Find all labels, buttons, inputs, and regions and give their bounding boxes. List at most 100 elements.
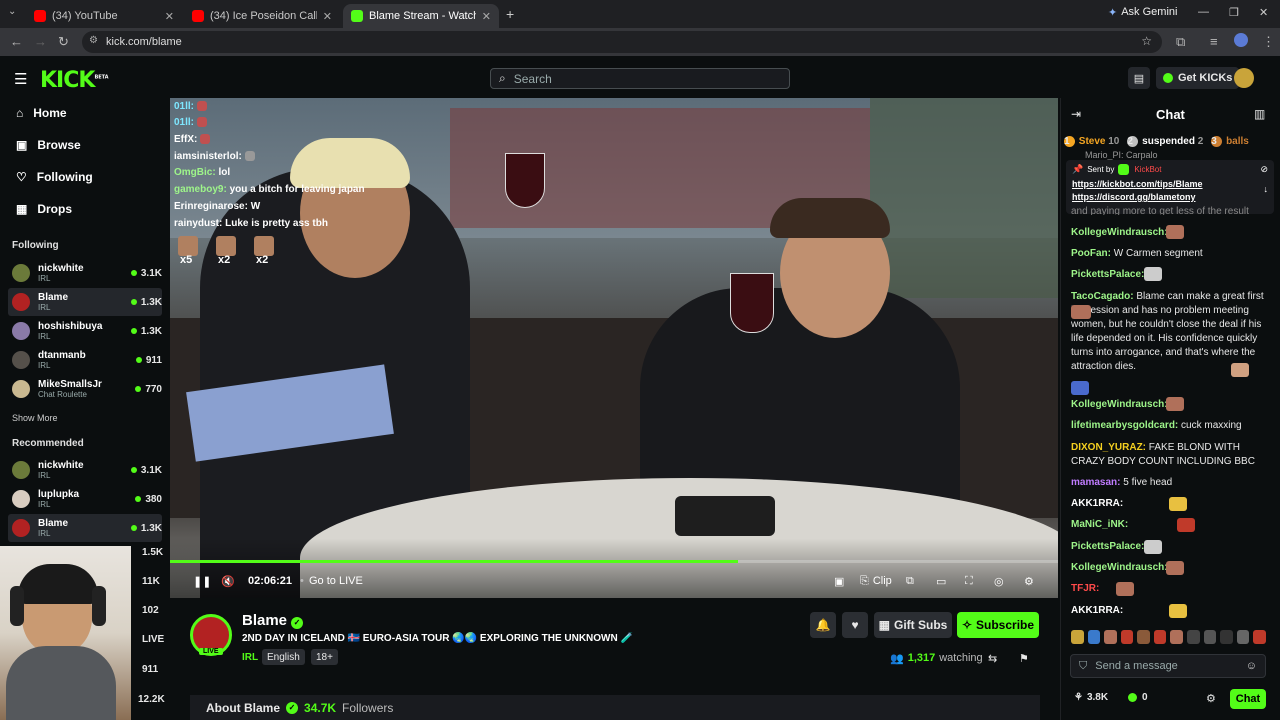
emote-image[interactable] — [1253, 630, 1266, 644]
streamer-name[interactable]: Blame ✓ — [242, 612, 304, 629]
kicks-balance[interactable]: ⚘ 3.8K — [1074, 692, 1108, 703]
recommended-channel-blame[interactable]: Blame IRL 1.3K — [8, 514, 162, 542]
video-player[interactable] — [170, 98, 1058, 598]
chat-username[interactable]: KollegeWindrausch: — [1071, 227, 1168, 238]
emoji-picker-icon[interactable]: ☺ — [1246, 660, 1257, 672]
chat-settings-gear-icon[interactable]: ⚙ — [1206, 692, 1216, 705]
bookmark-star-icon[interactable]: ☆ — [1141, 34, 1152, 48]
maximize-button[interactable]: ❐ — [1229, 6, 1239, 19]
minimize-button[interactable]: — — [1198, 6, 1209, 18]
browser-tab-ice-poseidon[interactable]: (34) Ice Poseidon Calls Amray's ✕ — [184, 4, 340, 28]
pause-button[interactable]: ❚❚ — [193, 575, 211, 588]
send-chat-button[interactable]: Chat — [1230, 689, 1266, 709]
close-icon[interactable]: ✕ — [165, 10, 174, 23]
browser-tab-blame[interactable]: Blame Stream - Watch Live on ✕ — [343, 4, 499, 28]
close-icon[interactable]: ✕ — [323, 10, 332, 23]
top-gifter[interactable]: 1 Steve 10 — [1064, 136, 1119, 148]
forward-icon[interactable]: → — [34, 34, 47, 49]
settings-gear-icon[interactable]: ⚙ — [1024, 575, 1034, 588]
emote-image[interactable] — [1203, 630, 1217, 644]
mute-icon[interactable]: 🔇 — [221, 575, 235, 588]
recommended-channel-luplupka[interactable]: luplupka IRL 380 — [8, 485, 162, 513]
go-to-live-button[interactable]: Go to LIVE — [309, 575, 363, 587]
chat-username[interactable]: AKK1RRA: — [1071, 498, 1123, 509]
more-menu-icon[interactable]: ⋮ — [1262, 34, 1275, 50]
category-link[interactable]: IRL — [242, 649, 258, 665]
chat-username[interactable]: mamasan: — [1071, 477, 1120, 488]
close-icon[interactable]: ✕ — [482, 10, 491, 23]
hamburger-menu-icon[interactable]: ☰ — [14, 70, 27, 88]
collapse-chat-icon[interactable]: ⇥ — [1071, 107, 1081, 121]
back-icon[interactable]: ← — [10, 34, 23, 49]
emote-image[interactable] — [1220, 630, 1233, 644]
subscribe-button[interactable]: ✧ Subscribe — [957, 612, 1039, 638]
site-info-icon[interactable]: ⚙ — [89, 35, 98, 46]
search-input[interactable]: ⌕ Search — [490, 68, 790, 89]
browser-tab-youtube[interactable]: (34) YouTube ✕ — [26, 4, 182, 28]
chat-username[interactable]: TacoCagado: — [1071, 291, 1134, 302]
extensions-icon[interactable]: ⧉ — [1176, 34, 1185, 50]
pinned-link[interactable]: https://discord.gg/blametony — [1072, 191, 1268, 204]
url-field[interactable]: ⚙ kick.com/blame ☆ — [82, 31, 1162, 53]
chat-message-input[interactable]: ⛉ Send a message ☺ — [1070, 654, 1266, 678]
report-icon[interactable]: ⚑ — [1019, 652, 1029, 665]
recommended-channel-nickwhite[interactable]: nickwhite IRL 3.1K — [8, 456, 162, 484]
emote-image[interactable] — [1137, 630, 1150, 644]
following-channel-mikesmallsjr[interactable]: MikeSmallsJr Chat Roulette 770 — [8, 375, 162, 403]
top-gifter[interactable]: 2 suspended 2 — [1127, 136, 1203, 148]
age-tag[interactable]: 18+ — [311, 649, 338, 665]
share-icon[interactable]: ⇆ — [988, 652, 997, 665]
kick-logo[interactable]: KICKBETA — [40, 68, 109, 93]
gift-subs-button[interactable]: ▦ Gift Subs — [874, 612, 952, 638]
fullscreen-icon[interactable]: ⛶ — [965, 575, 973, 588]
new-tab-button[interactable]: + — [506, 6, 514, 22]
tab-search-icon[interactable]: ⌄ — [8, 6, 16, 17]
language-tag[interactable]: English — [262, 649, 305, 665]
reading-list-icon[interactable]: ≡ — [1210, 34, 1218, 49]
picture-in-picture-icon[interactable]: ⧉ — [906, 575, 914, 588]
chat-username[interactable]: PickettsPalace: — [1071, 541, 1144, 552]
pinned-link[interactable]: https://kickbot.com/tips/Blame — [1072, 178, 1268, 191]
expand-pinned-icon[interactable]: ↓ — [1264, 184, 1269, 194]
unpin-icon[interactable]: ⊘ — [1260, 164, 1268, 175]
chat-username[interactable]: DIXON_YURAZ: — [1071, 442, 1146, 453]
quality-icon[interactable]: ◎ — [994, 575, 1004, 588]
chat-username[interactable]: KollegeWindrausch: — [1071, 399, 1168, 410]
emote-image[interactable] — [1170, 630, 1184, 644]
emote-image[interactable] — [1153, 630, 1167, 644]
sidebar-item-home[interactable]: ⌂ Home — [16, 106, 67, 120]
following-channel-dtanmanb[interactable]: dtanmanb IRL 911 — [8, 346, 162, 374]
chat-username[interactable]: MaNiC_iNK: — [1071, 519, 1128, 530]
sidebar-item-following[interactable]: ♡ Following — [16, 170, 93, 184]
creator-dashboard-icon[interactable]: ▤ — [1128, 67, 1150, 89]
emote-image[interactable] — [1104, 630, 1117, 644]
chat-username[interactable]: AKK1RRA: — [1071, 605, 1123, 616]
following-channel-blame[interactable]: Blame IRL 1.3K — [8, 288, 162, 316]
chat-username[interactable]: lifetimearbysgoldcard: — [1071, 420, 1178, 431]
sidebar-item-browse[interactable]: ▣ Browse — [16, 138, 81, 152]
chat-settings-icon[interactable]: ▥ — [1254, 107, 1265, 121]
theater-mode-icon[interactable]: ▣ — [834, 575, 844, 588]
chat-username[interactable]: PooFan: — [1071, 248, 1111, 259]
profile-avatar[interactable] — [1234, 33, 1248, 47]
window-close-button[interactable]: ✕ — [1259, 6, 1268, 19]
captions-icon[interactable]: ▭ — [936, 575, 946, 588]
ask-gemini-button[interactable]: ✦ Ask Gemini — [1108, 6, 1177, 19]
reload-icon[interactable]: ↻ — [58, 34, 69, 50]
emote-image[interactable] — [1187, 630, 1200, 644]
get-kicks-button[interactable]: Get KICKs — [1156, 67, 1240, 89]
follow-heart-icon[interactable]: ♥ — [842, 612, 868, 638]
emote-image[interactable] — [1087, 630, 1101, 644]
sidebar-item-drops[interactable]: ▦ Drops — [16, 202, 72, 216]
chat-username[interactable]: PickettsPalace: — [1071, 269, 1144, 280]
emote-image[interactable] — [1120, 630, 1134, 644]
following-channel-hoshishibuya[interactable]: hoshishibuya IRL 1.3K — [8, 317, 162, 345]
show-more-link[interactable]: Show More — [12, 413, 58, 423]
chat-username[interactable]: KollegeWindrausch: — [1071, 562, 1168, 573]
top-gifter[interactable]: 3 balls — [1211, 136, 1249, 148]
notification-bell-icon[interactable]: 🔔 — [810, 612, 836, 638]
emote-image[interactable] — [1236, 630, 1250, 644]
emote-image[interactable] — [1071, 630, 1084, 644]
following-channel-nickwhite[interactable]: nickwhite IRL 3.1K — [8, 259, 162, 287]
channel-points[interactable]: 0 — [1128, 692, 1148, 703]
